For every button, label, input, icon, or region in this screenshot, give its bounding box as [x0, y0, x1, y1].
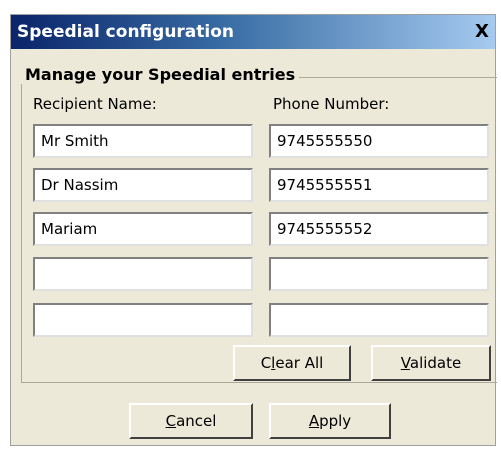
recipient-name-field-2[interactable] — [33, 168, 253, 202]
clear-all-label-pre: C — [260, 354, 272, 372]
recipient-name-field-1[interactable] — [33, 124, 253, 158]
phone-number-header: Phone Number: — [273, 95, 390, 113]
validate-label-post: alidate — [409, 354, 462, 372]
clear-all-label-post: ear All — [275, 354, 324, 372]
close-icon[interactable]: X — [471, 21, 493, 43]
apply-label-post: pply — [319, 412, 352, 430]
clear-all-button[interactable]: Clear All — [233, 345, 351, 381]
recipient-name-header: Recipient Name: — [33, 95, 157, 113]
phone-number-field-2[interactable] — [269, 168, 489, 202]
recipient-name-field-3[interactable] — [33, 212, 253, 246]
validate-mnemonic: V — [400, 354, 410, 372]
group-legend: Manage your Speedial entries — [21, 65, 300, 84]
cancel-mnemonic: C — [165, 412, 177, 430]
dialog-title: Speedial configuration — [17, 22, 235, 42]
speedial-dialog: Speedial configuration X Manage your Spe… — [10, 14, 497, 446]
apply-button[interactable]: Apply — [269, 403, 391, 439]
phone-number-field-5[interactable] — [269, 303, 489, 337]
validate-button[interactable]: Validate — [371, 345, 491, 381]
phone-number-field-4[interactable] — [269, 257, 489, 291]
title-bar[interactable]: Speedial configuration X — [11, 15, 495, 49]
apply-mnemonic: A — [308, 412, 320, 430]
recipient-name-field-4[interactable] — [33, 257, 253, 291]
cancel-button[interactable]: Cancel — [129, 403, 253, 439]
phone-number-field-3[interactable] — [269, 212, 489, 246]
phone-number-field-1[interactable] — [269, 124, 489, 158]
recipient-name-field-5[interactable] — [33, 303, 253, 337]
cancel-label-post: ancel — [176, 412, 217, 430]
